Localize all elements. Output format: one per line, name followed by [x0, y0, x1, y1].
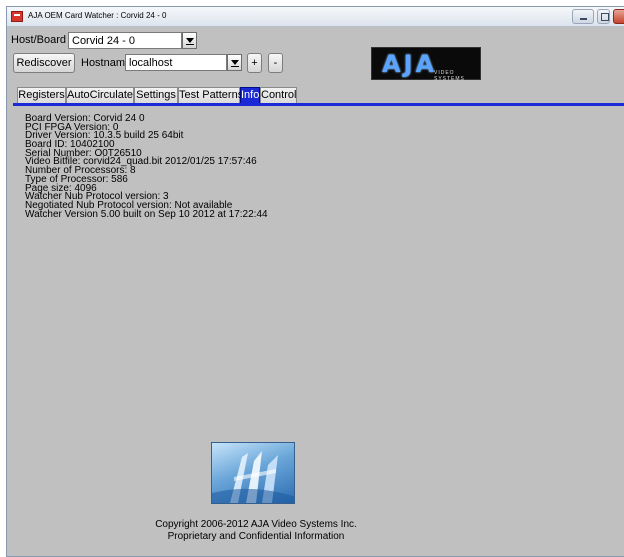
minimize-button[interactable] [572, 9, 594, 24]
tab-underline [13, 103, 624, 106]
watcher-version: Watcher Version 5.00 built on Sep 10 201… [25, 208, 268, 220]
aja-building-emblem-icon [211, 442, 295, 504]
window-title: AJA OEM Card Watcher : Corvid 24 - 0 [28, 11, 167, 20]
host-board-label: Host/Board : [11, 34, 73, 46]
tab-control[interactable]: Control [260, 87, 297, 104]
hostname-dropdown-icon[interactable] [227, 54, 242, 71]
tab-autocirculate[interactable]: AutoCirculate [66, 87, 134, 104]
aja-logo: AJA VIDEO SYSTEMS [371, 47, 481, 82]
app-icon [11, 11, 23, 22]
maximize-button[interactable] [597, 9, 610, 24]
rediscover-button[interactable]: Rediscover [13, 53, 75, 73]
host-board-select[interactable]: Corvid 24 - 0 [68, 32, 182, 49]
tab-registers[interactable]: Registers [17, 87, 66, 104]
confidential-notice: Proprietary and Confidential Information [167, 531, 345, 542]
hostname-label: Hostname [81, 57, 132, 69]
logo-subtext: VIDEO SYSTEMS [434, 70, 465, 82]
app-window: AJA OEM Card Watcher : Corvid 24 - 0 Hos… [6, 6, 624, 557]
tab-info[interactable]: Info [240, 87, 260, 104]
remove-host-button[interactable]: - [268, 53, 283, 73]
tab-test-patterns[interactable]: Test Patterns [178, 87, 243, 104]
emblem-graphic [212, 451, 294, 503]
logo-mark: AJA [382, 50, 438, 78]
board-info-list: Board Version: Corvid 24 0 PCI FPGA Vers… [25, 114, 268, 220]
hostname-input[interactable]: localhost [125, 54, 227, 71]
copyright-text: Copyright 2006-2012 AJA Video Systems In… [155, 519, 357, 530]
title-bar[interactable]: AJA OEM Card Watcher : Corvid 24 - 0 [7, 7, 624, 27]
host-board-dropdown-icon[interactable] [182, 32, 197, 49]
add-host-button[interactable]: + [247, 53, 262, 73]
close-button[interactable] [613, 9, 624, 24]
tab-settings[interactable]: Settings [134, 87, 178, 104]
